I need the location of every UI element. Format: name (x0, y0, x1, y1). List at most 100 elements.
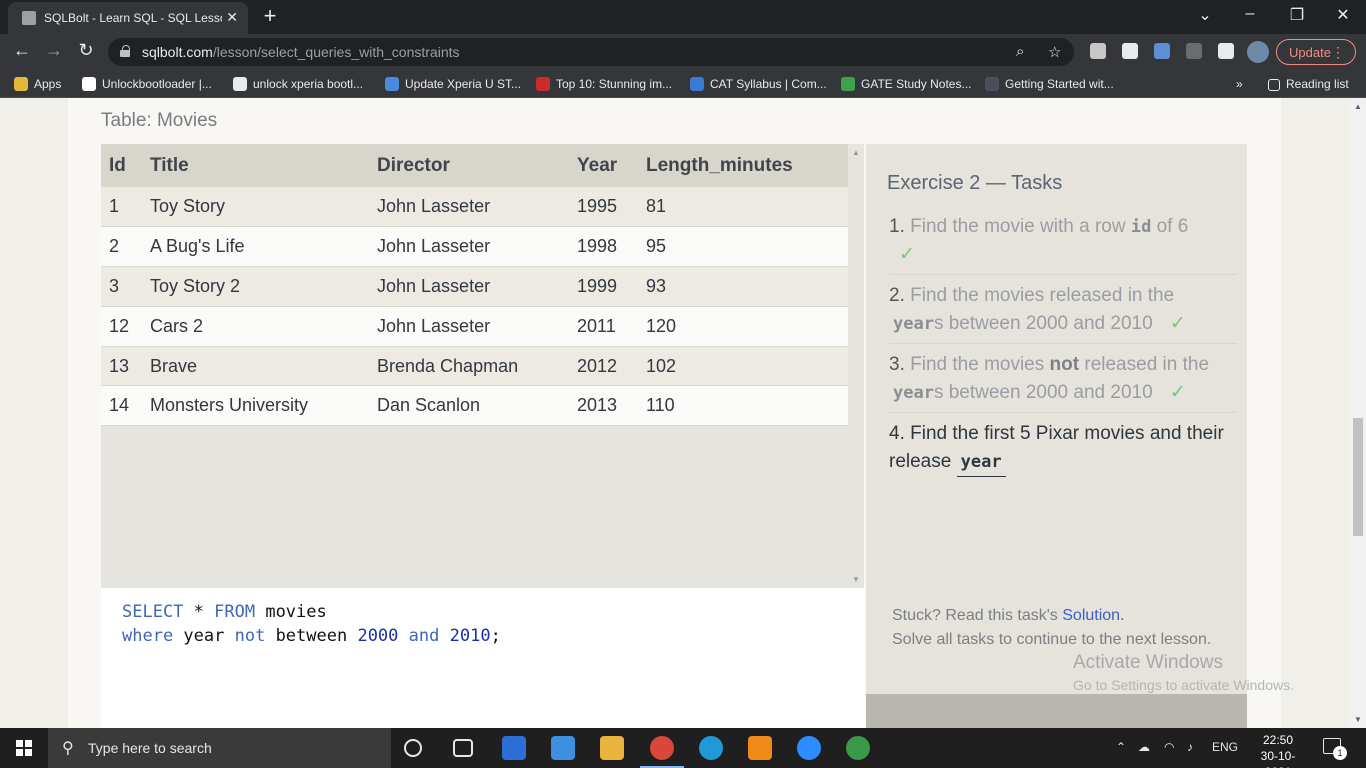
bookmark-star-icon[interactable]: ☆ (1048, 43, 1061, 61)
solution-link[interactable]: Solution. (1062, 607, 1124, 624)
tab-close-icon[interactable]: ✕ (226, 9, 238, 26)
results-table-panel: Id Title Director Year Length_minutes 1 … (101, 144, 864, 588)
query-token: where (122, 626, 174, 646)
task-answer-blank: year (956, 448, 1006, 477)
browser-toolbar: ← → ↻ sqlbolt.com/lesson/select_queries_… (0, 34, 1366, 70)
edge-icon[interactable] (699, 736, 723, 760)
task-item-3: 3. Find the movies not released in the y… (889, 351, 1237, 413)
checkmark-icon: ✓ (1169, 382, 1186, 403)
bookmark-unlockbootloader[interactable]: Unlockbootloader |... (82, 77, 212, 91)
cell-year: 1998 (577, 226, 646, 268)
bookmark-cat-syllabus[interactable]: CAT Syllabus | Com... (690, 77, 827, 91)
bookmark-apps[interactable]: Apps (14, 77, 61, 91)
bookmark-getting-started[interactable]: Getting Started wit... (985, 77, 1114, 91)
clock-time: 22:50 (1262, 733, 1294, 747)
tab-search-dropdown-icon[interactable]: ⌄ (1193, 5, 1217, 25)
microsoft-store-icon[interactable] (502, 736, 526, 760)
table-row: 3 Toy Story 2 John Lasseter 1999 93 (101, 266, 848, 307)
browser-tab[interactable]: SQLBolt - Learn SQL - SQL Lesson 2: Quer… (8, 2, 248, 34)
query-token: * (183, 602, 215, 622)
page-scroll-up-icon[interactable]: ▲ (1354, 102, 1362, 111)
back-arrow-icon[interactable]: ← (10, 40, 34, 61)
address-bar[interactable]: sqlbolt.com/lesson/select_queries_with_c… (108, 38, 1074, 66)
onedrive-icon[interactable]: ☁ (1138, 740, 1150, 754)
minimize-button[interactable]: – (1238, 5, 1262, 23)
extensions-puzzle-icon[interactable] (1218, 43, 1234, 59)
cell-director: Dan Scanlon (377, 385, 577, 427)
checkmark-icon: ✓ (899, 244, 915, 265)
page-scrollbar[interactable]: ▲ ▼ (1350, 98, 1366, 728)
reload-icon[interactable]: ↻ (74, 40, 98, 61)
zoom-icon[interactable]: ⌕ (1016, 43, 1024, 60)
bookmark-update-xperia[interactable]: Update Xperia U ST... (385, 77, 521, 91)
site-leaf-icon (841, 77, 855, 91)
system-clock[interactable]: 22:50 30-10-2021 (1248, 732, 1308, 768)
bookmarks-overflow-icon[interactable]: » (1236, 77, 1243, 91)
cell-length: 95 (646, 226, 848, 268)
wifi-icon[interactable]: ◠ (1164, 740, 1174, 754)
tab-title: SQLBolt - Learn SQL - SQL Lesson 2: Quer… (44, 11, 222, 25)
windows-taskbar: ⚲ Type here to search ⌃ ☁ ◠ ♪ ENG 22:50 … (0, 728, 1366, 768)
continue-text: Solve all tasks to continue to the next … (892, 631, 1212, 648)
tasks-footer-bar (866, 694, 1247, 728)
scroll-down-icon[interactable]: ▼ (852, 575, 860, 584)
query-token: movies (255, 602, 327, 622)
update-button[interactable]: Update ⋮ (1276, 39, 1356, 65)
input-language[interactable]: ENG (1212, 740, 1238, 754)
chrome-icon[interactable] (640, 736, 684, 768)
reading-list-button[interactable]: Reading list (1268, 77, 1349, 91)
volume-icon[interactable]: ♪ (1187, 740, 1193, 754)
page-scroll-down-icon[interactable]: ▼ (1354, 715, 1362, 724)
query-token: year (173, 626, 235, 646)
cell-length: 81 (646, 187, 848, 228)
query-token (398, 626, 408, 646)
cortana-icon[interactable] (404, 739, 422, 757)
cell-id: 3 (101, 266, 150, 307)
tasks-title: Exercise 2 — Tasks (887, 172, 1063, 194)
sql-query-editor[interactable]: SELECT * FROM movies where year not betw… (101, 588, 865, 728)
bookmarks-bar: Apps Unlockbootloader |... unlock xperia… (0, 70, 1366, 98)
extension-camera-icon[interactable] (1154, 43, 1170, 59)
table-row: 2 A Bug's Life John Lasseter 1998 95 (101, 226, 848, 268)
chrome-profile-icon[interactable] (846, 736, 870, 760)
new-tab-button[interactable]: + (258, 3, 282, 29)
menu-dots-icon[interactable]: ⋮ (1331, 44, 1345, 61)
cell-title: Toy Story (150, 187, 377, 228)
extension-chart-icon[interactable] (1186, 43, 1202, 59)
restore-button[interactable]: ❐ (1285, 5, 1309, 25)
bookmark-gate-notes[interactable]: GATE Study Notes... (841, 77, 971, 91)
taskbar-search-box[interactable]: ⚲ Type here to search (48, 728, 391, 768)
cell-year: 2012 (577, 346, 646, 387)
column-header-year: Year (577, 144, 646, 187)
movies-table: Id Title Director Year Length_minutes 1 … (101, 144, 848, 427)
cell-id: 14 (101, 385, 150, 427)
table-row: 1 Toy Story John Lasseter 1995 81 (101, 187, 848, 228)
sqlbolt-favicon-icon (22, 11, 36, 25)
query-token: SELECT (122, 602, 184, 622)
profile-avatar[interactable] (1247, 41, 1269, 63)
extension-doc-icon[interactable] (1122, 43, 1138, 59)
windows-start-icon[interactable] (16, 740, 32, 756)
mail-icon[interactable] (551, 736, 575, 760)
forward-arrow-icon[interactable]: → (42, 40, 66, 61)
bookmark-top-10[interactable]: Top 10: Stunning im... (536, 77, 672, 91)
apps-grid-icon (14, 77, 28, 91)
lock-icon (120, 45, 130, 57)
cell-id: 13 (101, 346, 150, 387)
url-text: sqlbolt.com/lesson/select_queries_with_c… (142, 44, 460, 60)
tray-chevron-icon[interactable]: ⌃ (1116, 740, 1126, 754)
cell-length: 93 (646, 266, 848, 307)
notification-center-icon[interactable]: 1 (1323, 738, 1347, 760)
page-scroll-thumb[interactable] (1353, 418, 1363, 536)
task-view-icon[interactable] (453, 739, 473, 757)
vlc-icon[interactable] (748, 736, 772, 760)
bookmark-unlock-xperia[interactable]: unlock xperia bootl... (233, 77, 363, 91)
zoom-app-icon[interactable] (797, 736, 821, 760)
site-c-icon (690, 77, 704, 91)
scroll-up-icon[interactable]: ▲ (852, 148, 860, 157)
table-scrollbar[interactable]: ▲ ▼ (849, 144, 864, 588)
extension-puzzle-a-icon[interactable] (1090, 43, 1106, 59)
file-explorer-icon[interactable] (600, 736, 624, 760)
close-window-button[interactable]: ✕ (1331, 5, 1355, 25)
table-row: 13 Brave Brenda Chapman 2012 102 (101, 346, 848, 387)
